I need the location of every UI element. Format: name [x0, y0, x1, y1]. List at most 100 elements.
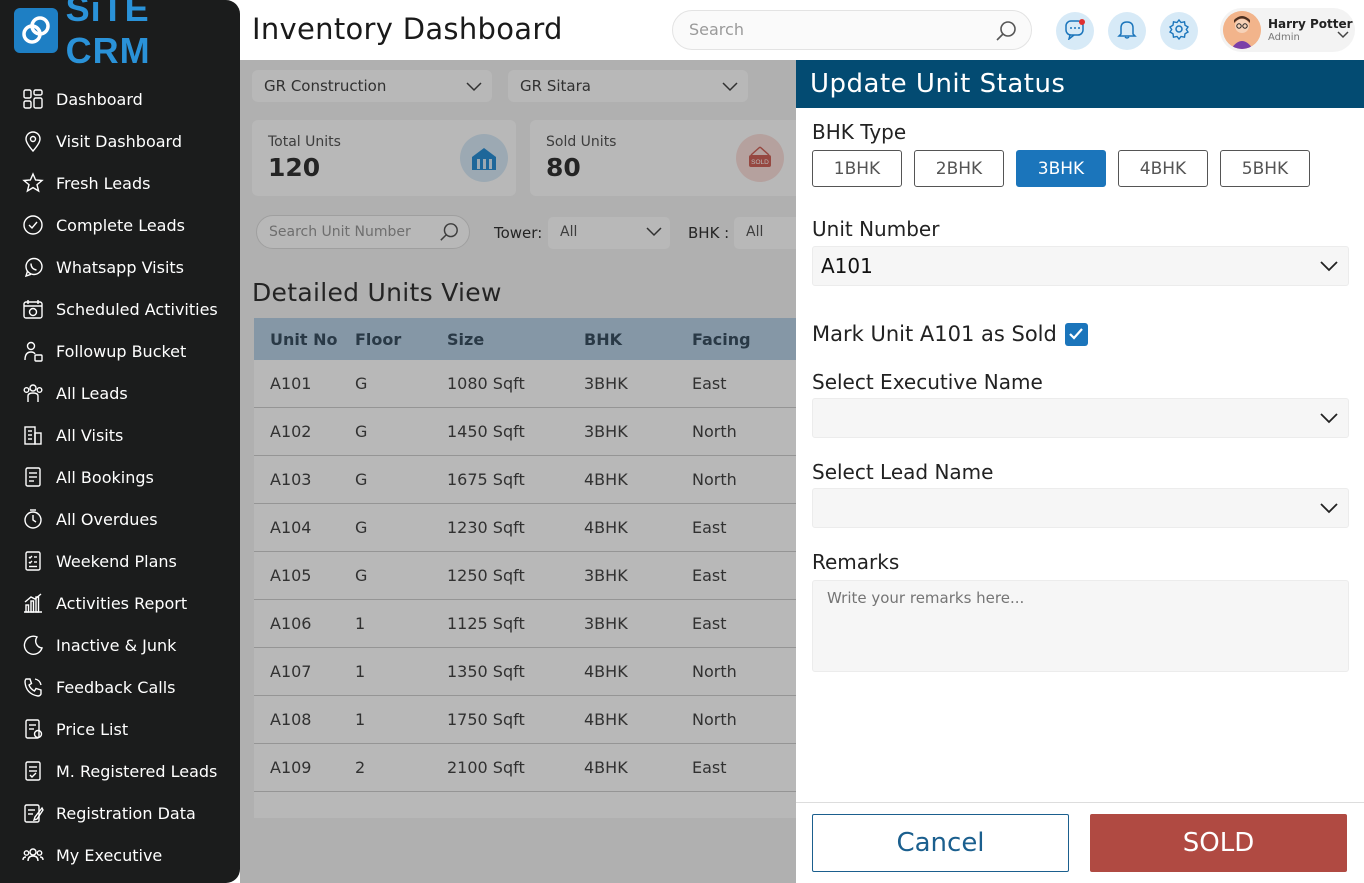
- registration-icon: [22, 802, 44, 824]
- sidebar-item-label: Weekend Plans: [56, 551, 177, 571]
- bhk-option-3bhk[interactable]: 3BHK: [1016, 150, 1106, 187]
- dashboard-icon: [22, 88, 44, 110]
- sidebar-item-fresh-leads[interactable]: Fresh Leads: [0, 162, 240, 204]
- bhk-option-1bhk[interactable]: 1BHK: [812, 150, 902, 187]
- chevron-down-icon: [1337, 24, 1349, 43]
- sidebar-item-label: Followup Bucket: [56, 341, 187, 361]
- chevron-down-icon: [1320, 258, 1338, 277]
- sidebar-item-label: Registration Data: [56, 803, 196, 823]
- sidebar-item-label: All Leads: [56, 383, 128, 403]
- sidebar-item-m-registered-leads[interactable]: M. Registered Leads: [0, 750, 240, 792]
- checklist-icon: [22, 550, 44, 572]
- star-icon: [22, 172, 44, 194]
- check-circle-icon: [22, 214, 44, 236]
- sidebar-item-complete-leads[interactable]: Complete Leads: [0, 204, 240, 246]
- sidebar-item-my-executive[interactable]: My Executive: [0, 834, 240, 876]
- sidebar-item-all-leads[interactable]: All Leads: [0, 372, 240, 414]
- update-unit-status-panel: Update Unit Status BHK Type 1BHK 2BHK 3B…: [796, 60, 1364, 883]
- chat-icon: [1064, 18, 1086, 44]
- sidebar-item-whatsapp-visits[interactable]: Whatsapp Visits: [0, 246, 240, 288]
- people-icon: [22, 382, 44, 404]
- whatsapp-icon: [22, 256, 44, 278]
- unit-number-select[interactable]: A101: [812, 246, 1349, 286]
- lead-name-select[interactable]: [812, 488, 1349, 528]
- sidebar-nav: Dashboard Visit Dashboard Fresh Leads Compl…: [0, 78, 240, 876]
- panel-title: Update Unit Status: [796, 60, 1364, 108]
- phone-icon: [22, 676, 44, 698]
- bookings-icon: [22, 466, 44, 488]
- building-icon: [22, 424, 44, 446]
- logo-mark-icon: [14, 7, 58, 53]
- sidebar-item-label: My Executive: [56, 845, 163, 865]
- sold-button[interactable]: SOLD: [1090, 814, 1347, 872]
- unit-number-value: A101: [821, 254, 873, 278]
- search-icon[interactable]: [995, 20, 1017, 46]
- chat-button[interactable]: [1056, 12, 1094, 50]
- sidebar-item-all-visits[interactable]: All Visits: [0, 414, 240, 456]
- notifications-button[interactable]: [1108, 12, 1146, 50]
- location-icon: [22, 130, 44, 152]
- cancel-button[interactable]: Cancel: [812, 814, 1069, 872]
- sidebar-item-label: Whatsapp Visits: [56, 257, 185, 277]
- gear-icon: [1168, 18, 1190, 44]
- sidebar-item-label: M. Registered Leads: [56, 761, 218, 781]
- sidebar-item-label: Price List: [56, 719, 129, 739]
- remarks-label: Remarks: [812, 550, 900, 574]
- panel-footer: Cancel SOLD: [796, 802, 1364, 883]
- modal-backdrop[interactable]: [240, 60, 796, 883]
- bhk-type-options: 1BHK 2BHK 3BHK 4BHK 5BHK: [812, 150, 1322, 187]
- global-search: [672, 10, 1032, 50]
- chevron-down-icon: [1320, 500, 1338, 519]
- avatar: [1223, 11, 1261, 49]
- mark-sold-checkbox[interactable]: [1064, 322, 1088, 346]
- sidebar-item-inactive-junk[interactable]: Inactive & Junk: [0, 624, 240, 666]
- sidebar-item-feedback-calls[interactable]: Feedback Calls: [0, 666, 240, 708]
- user-role: Admin: [1268, 32, 1300, 43]
- mark-sold-row: Mark Unit A101 as Sold: [812, 322, 1088, 346]
- sidebar-item-registration-data[interactable]: Registration Data: [0, 792, 240, 834]
- search-input[interactable]: [689, 20, 979, 39]
- sidebar-item-activities-report[interactable]: Activities Report: [0, 582, 240, 624]
- bhk-option-4bhk[interactable]: 4BHK: [1118, 150, 1208, 187]
- sidebar-item-price-list[interactable]: Price List: [0, 708, 240, 750]
- sidebar-item-label: Dashboard: [56, 89, 143, 109]
- bhk-type-label: BHK Type: [812, 120, 907, 144]
- sidebar-item-label: Feedback Calls: [56, 677, 176, 697]
- checkmark-icon: [1069, 328, 1084, 340]
- sidebar-item-label: Activities Report: [56, 593, 188, 613]
- sidebar-item-label: Scheduled Activities: [56, 299, 218, 319]
- lead-name-label: Select Lead Name: [812, 460, 994, 484]
- sidebar-item-label: Visit Dashboard: [56, 131, 182, 151]
- sidebar-item-weekend-plans[interactable]: Weekend Plans: [0, 540, 240, 582]
- moon-icon: [22, 634, 44, 656]
- bhk-option-2bhk[interactable]: 2BHK: [914, 150, 1004, 187]
- mark-sold-label: Mark Unit A101 as Sold: [812, 322, 1057, 346]
- sidebar-item-dashboard[interactable]: Dashboard: [0, 78, 240, 120]
- sidebar-item-visit-dashboard[interactable]: Visit Dashboard: [0, 120, 240, 162]
- page-title: Inventory Dashboard: [252, 12, 563, 46]
- calendar-clock-icon: [22, 298, 44, 320]
- sidebar-item-label: Inactive & Junk: [56, 635, 177, 655]
- executive-name-label: Select Executive Name: [812, 370, 1043, 394]
- settings-button[interactable]: [1160, 12, 1198, 50]
- logo[interactable]: SiTE CRM: [14, 0, 240, 71]
- registered-icon: [22, 760, 44, 782]
- top-header: Inventory Dashboard Harry Potter Admin: [240, 0, 1364, 60]
- sidebar-item-label: All Overdues: [56, 509, 158, 529]
- user-profile-menu[interactable]: Harry Potter Admin: [1220, 8, 1355, 52]
- bar-chart-icon: [22, 592, 44, 614]
- remarks-textarea[interactable]: [812, 580, 1349, 672]
- team-icon: [22, 844, 44, 866]
- bhk-option-5bhk[interactable]: 5BHK: [1220, 150, 1310, 187]
- sidebar-item-scheduled-activities[interactable]: Scheduled Activities: [0, 288, 240, 330]
- bell-icon: [1116, 18, 1138, 44]
- sidebar-item-all-bookings[interactable]: All Bookings: [0, 456, 240, 498]
- executive-name-select[interactable]: [812, 398, 1349, 438]
- chevron-down-icon: [1320, 410, 1338, 429]
- sidebar-item-label: All Bookings: [56, 467, 154, 487]
- sidebar-item-all-overdues[interactable]: All Overdues: [0, 498, 240, 540]
- sidebar-item-label: Fresh Leads: [56, 173, 151, 193]
- sidebar-item-followup-bucket[interactable]: Followup Bucket: [0, 330, 240, 372]
- overdue-icon: [22, 508, 44, 530]
- sidebar-item-label: Complete Leads: [56, 215, 185, 235]
